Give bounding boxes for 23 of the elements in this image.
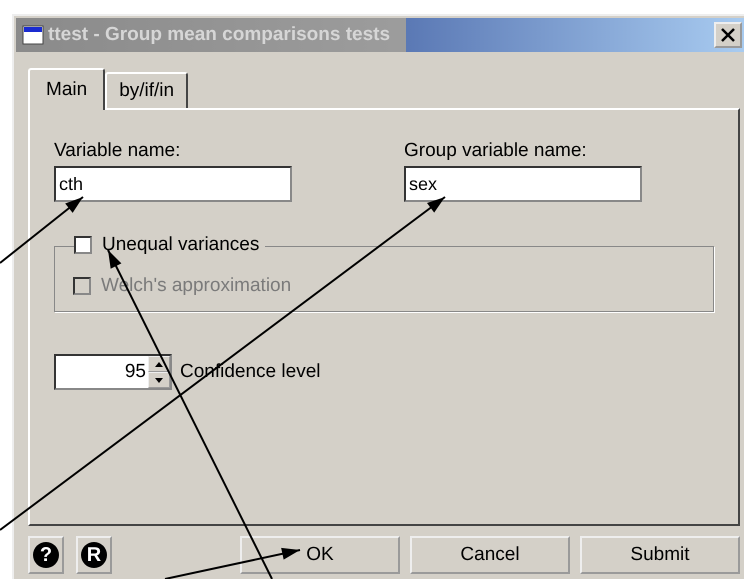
help-button[interactable]: R	[76, 536, 112, 574]
close-button[interactable]	[714, 22, 742, 48]
window-icon	[22, 25, 44, 45]
dialog-button[interactable]: Cancel	[410, 536, 570, 574]
help-button[interactable]: ?	[28, 536, 64, 574]
close-icon	[721, 28, 735, 42]
spin-down-button[interactable]	[148, 372, 170, 388]
dialog-button[interactable]: Submit	[580, 536, 740, 574]
down-arrow-icon	[155, 378, 163, 382]
window-title: ttest - Group mean comparisons tests	[48, 24, 392, 46]
input-field[interactable]: sex	[404, 166, 642, 202]
spin-up-button[interactable]	[148, 356, 170, 372]
tab[interactable]: by/if/in	[105, 72, 188, 108]
spinner-field[interactable]: 95	[54, 354, 172, 390]
spinner-value: 95	[124, 360, 147, 384]
up-arrow-icon	[155, 362, 163, 366]
field-label: Group variable name:	[404, 140, 588, 162]
input-field[interactable]: cth	[54, 166, 292, 202]
field-label: Variable name:	[54, 140, 182, 162]
checkbox-label: Unequal variances	[102, 234, 260, 256]
tab[interactable]: Main	[28, 68, 106, 110]
checkbox[interactable]	[74, 236, 92, 254]
dialog-button[interactable]: OK	[240, 536, 400, 574]
